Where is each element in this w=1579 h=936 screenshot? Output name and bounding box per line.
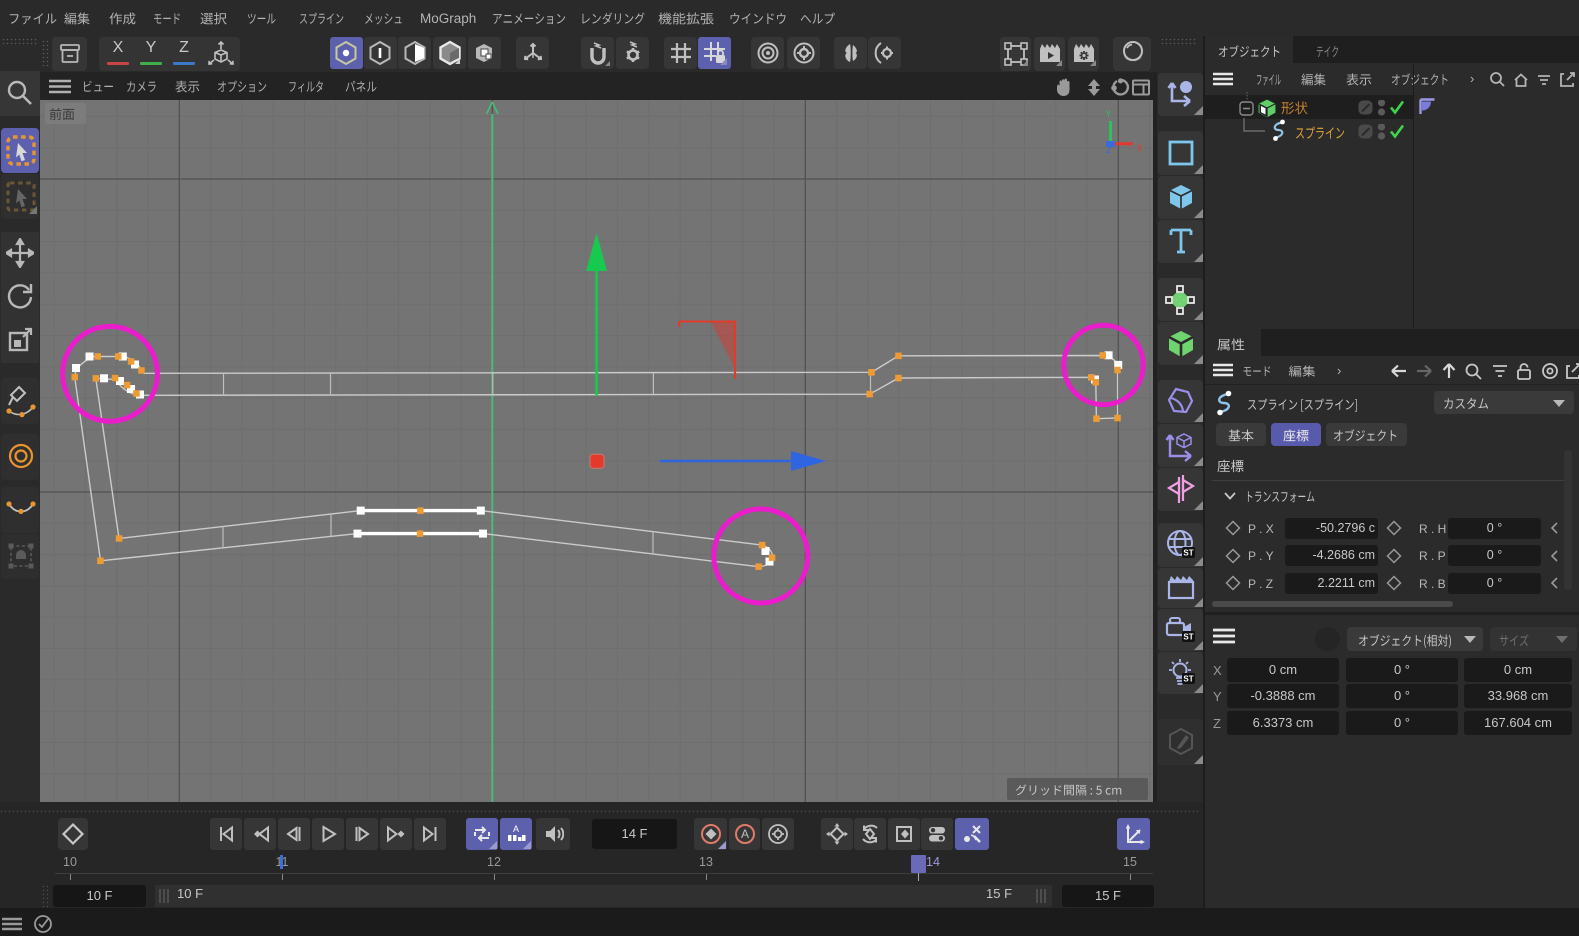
svg-text:ST: ST bbox=[1183, 633, 1193, 642]
svg-text:ST: ST bbox=[1183, 675, 1193, 684]
svg-text:A: A bbox=[513, 824, 519, 834]
svg-text:ST: ST bbox=[1183, 549, 1193, 558]
svg-text:A: A bbox=[740, 827, 748, 841]
